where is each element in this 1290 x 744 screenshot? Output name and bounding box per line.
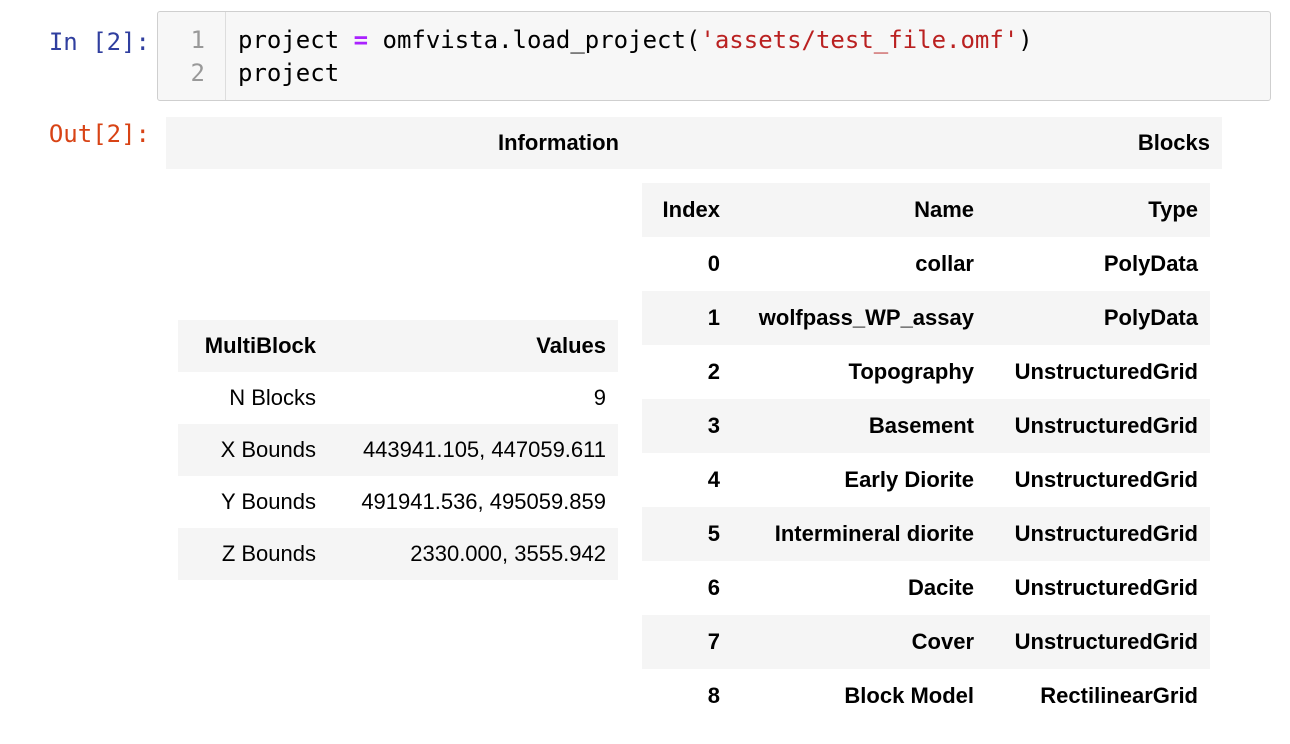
table-row: 3 Basement UnstructuredGrid bbox=[642, 399, 1210, 453]
code-token-string: 'assets/test_file.omf' bbox=[700, 26, 1019, 54]
code-cell[interactable]: 1 2 project = omfvista.load_project('ass… bbox=[157, 11, 1271, 101]
table-cell: Cover bbox=[732, 615, 986, 669]
table-row: X Bounds 443941.105, 447059.611 bbox=[178, 424, 618, 476]
table-cell: 5 bbox=[642, 507, 732, 561]
table-cell: 443941.105, 447059.611 bbox=[328, 424, 618, 476]
table-cell: wolfpass_WP_assay bbox=[732, 291, 986, 345]
column-header-index: Index bbox=[642, 183, 732, 237]
table-cell: UnstructuredGrid bbox=[1014, 575, 1198, 600]
table-row: 1 wolfpass_WP_assay PolyData bbox=[642, 291, 1210, 345]
table-cell: 491941.536, 495059.859 bbox=[361, 489, 606, 514]
table-cell: Early Diorite bbox=[844, 467, 974, 492]
table-cell: 8 bbox=[707, 683, 720, 708]
table-cell: 7 bbox=[642, 615, 732, 669]
code-token-operator: = bbox=[353, 26, 369, 54]
information-header: Information bbox=[498, 130, 619, 155]
table-row: 4 Early Diorite UnstructuredGrid bbox=[642, 453, 1210, 507]
line-number: 1 bbox=[190, 26, 205, 54]
code-token: omfvista.load_project( bbox=[368, 26, 701, 54]
table-cell: 2330.000, 3555.942 bbox=[328, 528, 618, 580]
table-cell: 4 bbox=[707, 467, 720, 492]
code-line-2[interactable]: project bbox=[238, 57, 339, 90]
table-row: 2 Topography UnstructuredGrid bbox=[642, 345, 1210, 399]
table-cell: UnstructuredGrid bbox=[986, 507, 1210, 561]
table-cell: Z Bounds bbox=[178, 528, 328, 580]
table-cell: Topography bbox=[848, 359, 974, 384]
table-cell: 9 bbox=[593, 385, 606, 410]
line-number: 2 bbox=[190, 59, 205, 87]
line-number-gutter: 1 2 bbox=[158, 12, 226, 100]
table-cell: Dacite bbox=[907, 575, 974, 600]
table-row: Y Bounds 491941.536, 495059.859 bbox=[178, 476, 618, 528]
table-row: 6 Dacite UnstructuredGrid bbox=[642, 561, 1210, 615]
code-token: project bbox=[238, 59, 340, 87]
table-cell: RectilinearGrid bbox=[1040, 683, 1198, 708]
table-cell: 3 bbox=[642, 399, 732, 453]
table-cell: Block Model bbox=[844, 683, 974, 708]
column-header-name: Name bbox=[732, 183, 986, 237]
input-prompt: In [2]: bbox=[48, 28, 150, 56]
blocks-table: Index Name Type 0 collar PolyData 1 wolf… bbox=[642, 183, 1210, 723]
column-header-multiblock: MultiBlock bbox=[178, 320, 328, 372]
table-cell: Y Bounds bbox=[220, 489, 316, 514]
table-cell: collar bbox=[915, 251, 974, 276]
table-row: 7 Cover UnstructuredGrid bbox=[642, 615, 1210, 669]
table-cell: UnstructuredGrid bbox=[1014, 467, 1198, 492]
output-header-row: Information Blocks bbox=[166, 117, 1222, 169]
table-cell: UnstructuredGrid bbox=[986, 399, 1210, 453]
table-row: N Blocks 9 bbox=[178, 372, 618, 424]
table-cell: 0 bbox=[707, 251, 720, 276]
code-line-1[interactable]: project = omfvista.load_project('assets/… bbox=[238, 24, 1033, 57]
table-row: 0 collar PolyData bbox=[642, 237, 1210, 291]
code-token: ) bbox=[1018, 26, 1033, 54]
table-row: 8 Block Model RectilinearGrid bbox=[642, 669, 1210, 723]
table-header-row: Index Name Type bbox=[642, 183, 1210, 237]
table-cell: UnstructuredGrid bbox=[986, 615, 1210, 669]
table-cell: 1 bbox=[642, 291, 732, 345]
code-token: project bbox=[238, 26, 354, 54]
table-cell: PolyData bbox=[1103, 251, 1198, 276]
table-cell: N Blocks bbox=[229, 385, 316, 410]
table-cell: PolyData bbox=[986, 291, 1210, 345]
table-header-row: MultiBlock Values bbox=[178, 320, 618, 372]
table-cell: Basement bbox=[732, 399, 986, 453]
output-prompt: Out[2]: bbox=[48, 120, 150, 148]
table-row: Z Bounds 2330.000, 3555.942 bbox=[178, 528, 618, 580]
table-row: 5 Intermineral diorite UnstructuredGrid bbox=[642, 507, 1210, 561]
information-table: MultiBlock Values N Blocks 9 X Bounds 44… bbox=[178, 320, 618, 580]
blocks-header: Blocks bbox=[1137, 130, 1210, 155]
column-header-type: Type bbox=[986, 183, 1210, 237]
table-cell: 2 bbox=[707, 359, 720, 384]
table-cell: X Bounds bbox=[178, 424, 328, 476]
column-header-values: Values bbox=[328, 320, 618, 372]
table-cell: Intermineral diorite bbox=[732, 507, 986, 561]
table-cell: UnstructuredGrid bbox=[1014, 359, 1198, 384]
table-cell: 6 bbox=[707, 575, 720, 600]
